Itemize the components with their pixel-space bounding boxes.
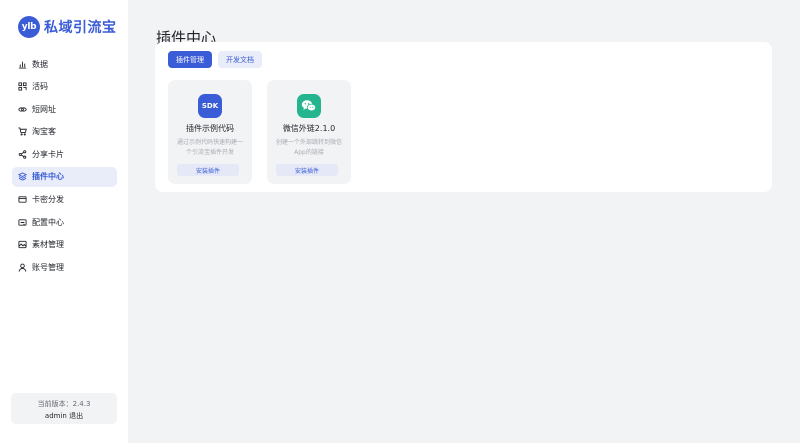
sdk-icon: SDK — [198, 94, 222, 118]
sidebar-item-label: 淘宝客 — [32, 127, 56, 137]
plugin-card-sdk: SDK 插件示例代码 通过示例代码快速构建一个引流宝插件开发 安装插件 — [168, 80, 252, 184]
plugin-list: SDK 插件示例代码 通过示例代码快速构建一个引流宝插件开发 安装插件 微信外链… — [168, 80, 366, 184]
qr-code-icon — [18, 82, 27, 91]
card-icon — [18, 195, 27, 204]
sidebar-item-taobaoke[interactable]: 淘宝客 — [12, 122, 117, 142]
sidebar-item-label: 配置中心 — [32, 217, 64, 227]
sidebar-item-share-card[interactable]: 分享卡片 — [12, 144, 117, 164]
config-icon — [18, 218, 27, 227]
sidebar-item-card-dispatch[interactable]: 卡密分发 — [12, 190, 117, 210]
brand[interactable]: ylb 私域引流宝 — [18, 16, 117, 38]
layers-icon — [18, 172, 27, 182]
sidebar-item-short-url[interactable]: 短网址 — [12, 99, 117, 119]
sidebar-item-plugin-center[interactable]: 插件中心 — [12, 166, 117, 187]
sidebar-item-material[interactable]: 素材管理 — [12, 235, 117, 255]
tab-dev-docs[interactable]: 开发文档 — [218, 51, 262, 68]
sidebar-item-account[interactable]: 账号管理 — [12, 257, 117, 277]
sidebar-nav: 数据 活码 短网址 淘宝客 分享卡片 插件中心 卡密分发 配置中心 素材管理 账… — [12, 54, 117, 280]
sidebar-item-label: 插件中心 — [32, 172, 64, 182]
version-info: 当前版本：2.4.3 admin 退出 — [11, 393, 117, 424]
plugin-card-wechat: 微信外链2.1.0 创建一个外部跳转到微信App的链接 安装插件 — [267, 80, 351, 184]
user-info: admin 退出 — [11, 411, 117, 421]
plugin-desc: 通过示例代码快速构建一个引流宝插件开发 — [176, 139, 243, 156]
install-plugin-button[interactable]: 安装插件 — [177, 164, 239, 176]
cart-icon — [18, 127, 27, 136]
sidebar-item-live-code[interactable]: 活码 — [12, 77, 117, 97]
sidebar-item-label: 账号管理 — [32, 262, 64, 272]
sidebar-item-label: 数据 — [32, 59, 48, 69]
sidebar-item-label: 分享卡片 — [32, 149, 64, 159]
install-plugin-button[interactable]: 安装插件 — [276, 164, 338, 176]
wechat-icon — [297, 94, 321, 118]
sidebar: ylb 私域引流宝 数据 活码 短网址 淘宝客 分享卡片 插件中心 卡密分发 配… — [0, 0, 128, 443]
chart-bar-icon — [18, 60, 27, 69]
plugin-panel: 插件管理 开发文档 SDK 插件示例代码 通过示例代码快速构建一个引流宝插件开发… — [155, 42, 772, 192]
plugin-title: 微信外链2.1.0 — [282, 124, 336, 133]
plugin-desc: 创建一个外部跳转到微信App的链接 — [275, 139, 342, 156]
user-icon — [18, 263, 27, 272]
brand-logo: ylb — [18, 16, 40, 38]
image-icon — [18, 240, 27, 249]
plugin-tabs: 插件管理 开发文档 — [168, 51, 268, 68]
sidebar-item-config-center[interactable]: 配置中心 — [12, 212, 117, 232]
sidebar-item-label: 卡密分发 — [32, 195, 64, 205]
sidebar-item-data[interactable]: 数据 — [12, 54, 117, 74]
username: admin — [44, 412, 67, 420]
sidebar-item-label: 活码 — [32, 82, 48, 92]
sidebar-item-label: 素材管理 — [32, 240, 64, 250]
version-text: 当前版本：2.4.3 — [37, 400, 91, 408]
link-icon — [18, 105, 27, 114]
sidebar-item-label: 短网址 — [32, 104, 56, 114]
logout-link[interactable]: 退出 — [69, 412, 83, 420]
tab-plugin-manage[interactable]: 插件管理 — [168, 51, 212, 68]
share-icon — [18, 150, 27, 159]
plugin-title: 插件示例代码 — [186, 124, 234, 133]
brand-name: 私域引流宝 — [44, 20, 117, 36]
